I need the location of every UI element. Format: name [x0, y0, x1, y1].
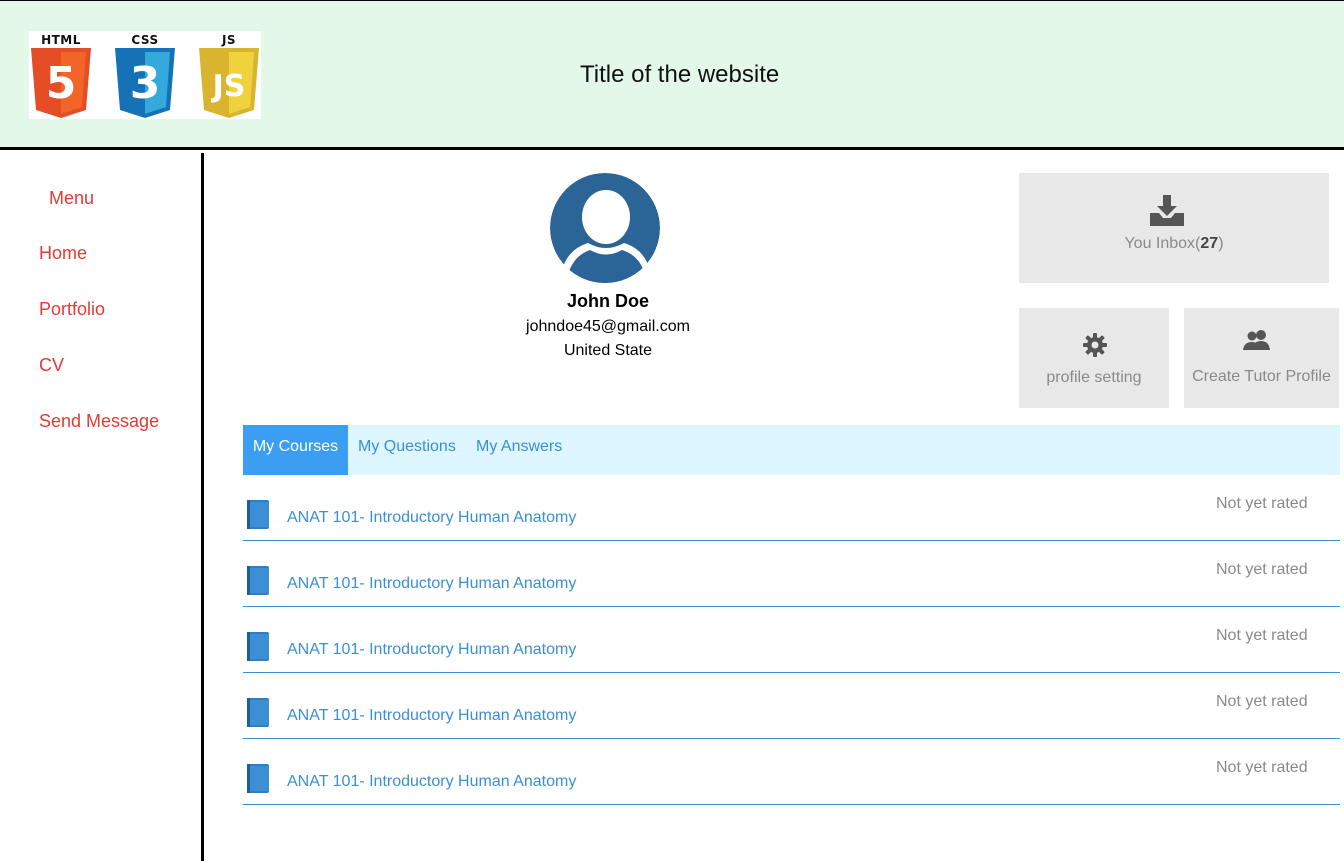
sidebar-item-cv[interactable]: CV: [39, 355, 64, 376]
course-row: ANAT 101- Introductory Human Anatomy Not…: [243, 607, 1340, 673]
course-rating: Not yet rated: [1216, 693, 1308, 710]
inbox-button[interactable]: You Inbox(27): [1019, 173, 1329, 283]
course-row: ANAT 101- Introductory Human Anatomy Not…: [243, 541, 1340, 607]
create-tutor-profile-label: Create Tutor Profile: [1192, 368, 1331, 385]
book-icon: [247, 632, 269, 661]
course-tabs: My Courses My Questions My Answers: [243, 425, 1340, 475]
course-row: ANAT 101- Introductory Human Anatomy Not…: [243, 739, 1340, 805]
download-tray-icon: [1150, 195, 1184, 226]
inbox-label-close: ): [1218, 235, 1224, 252]
svg-text:5: 5: [46, 58, 77, 109]
course-rating: Not yet rated: [1216, 561, 1308, 578]
profile-setting-button[interactable]: profile setting: [1019, 308, 1169, 408]
inbox-count: 27: [1200, 235, 1219, 252]
book-icon: [247, 764, 269, 793]
book-icon: [247, 698, 269, 727]
logo-group: HTML 5 CSS 3 JS JS: [29, 31, 261, 119]
inbox-label: You Inbox(27): [1019, 235, 1329, 253]
js-logo: JS JS: [197, 31, 261, 119]
sidebar-item-home[interactable]: Home: [39, 243, 87, 264]
gear-icon: [1083, 333, 1107, 357]
sidebar-item-send-message[interactable]: Send Message: [39, 411, 159, 432]
course-title-link[interactable]: ANAT 101- Introductory Human Anatomy: [287, 773, 576, 791]
users-icon: [1243, 330, 1270, 350]
profile-email: johndoe45@gmail.com: [526, 318, 690, 335]
tab-my-answers[interactable]: My Answers: [476, 425, 562, 475]
tab-my-questions[interactable]: My Questions: [358, 425, 456, 475]
course-title-link[interactable]: ANAT 101- Introductory Human Anatomy: [287, 575, 576, 593]
course-row: ANAT 101- Introductory Human Anatomy Not…: [243, 673, 1340, 739]
course-title-link[interactable]: ANAT 101- Introductory Human Anatomy: [287, 509, 576, 527]
course-rating: Not yet rated: [1216, 759, 1308, 776]
css3-logo-label: CSS: [131, 33, 159, 47]
profile-name: John Doe: [566, 291, 649, 311]
create-tutor-profile-button[interactable]: Create Tutor Profile: [1184, 308, 1339, 408]
js-logo-label: JS: [221, 33, 237, 47]
menu-title: Menu: [49, 188, 95, 208]
course-title-link[interactable]: ANAT 101- Introductory Human Anatomy: [287, 707, 576, 725]
svg-text:JS: JS: [211, 69, 246, 104]
course-rating: Not yet rated: [1216, 495, 1308, 512]
html5-logo-label: HTML: [41, 33, 81, 47]
header: HTML 5 CSS 3 JS JS Title of the website: [0, 0, 1344, 150]
profile-setting-label: profile setting: [1046, 369, 1142, 386]
user-avatar-icon: [550, 173, 660, 283]
profile-country: United State: [563, 342, 653, 359]
tab-my-courses[interactable]: My Courses: [243, 425, 348, 475]
site-title: Title of the website: [580, 61, 780, 88]
course-title-link[interactable]: ANAT 101- Introductory Human Anatomy: [287, 641, 576, 659]
css3-logo: CSS 3: [113, 31, 177, 119]
inbox-label-text: You Inbox(: [1124, 235, 1201, 252]
html5-logo: HTML 5: [29, 31, 93, 119]
course-row: ANAT 101- Introductory Human Anatomy Not…: [243, 475, 1340, 541]
course-rating: Not yet rated: [1216, 627, 1308, 644]
book-icon: [247, 566, 269, 595]
svg-text:3: 3: [130, 58, 161, 109]
book-icon: [247, 500, 269, 529]
sidebar: Menu Home Portfolio CV Send Message: [0, 153, 204, 861]
sidebar-item-portfolio[interactable]: Portfolio: [39, 299, 105, 320]
